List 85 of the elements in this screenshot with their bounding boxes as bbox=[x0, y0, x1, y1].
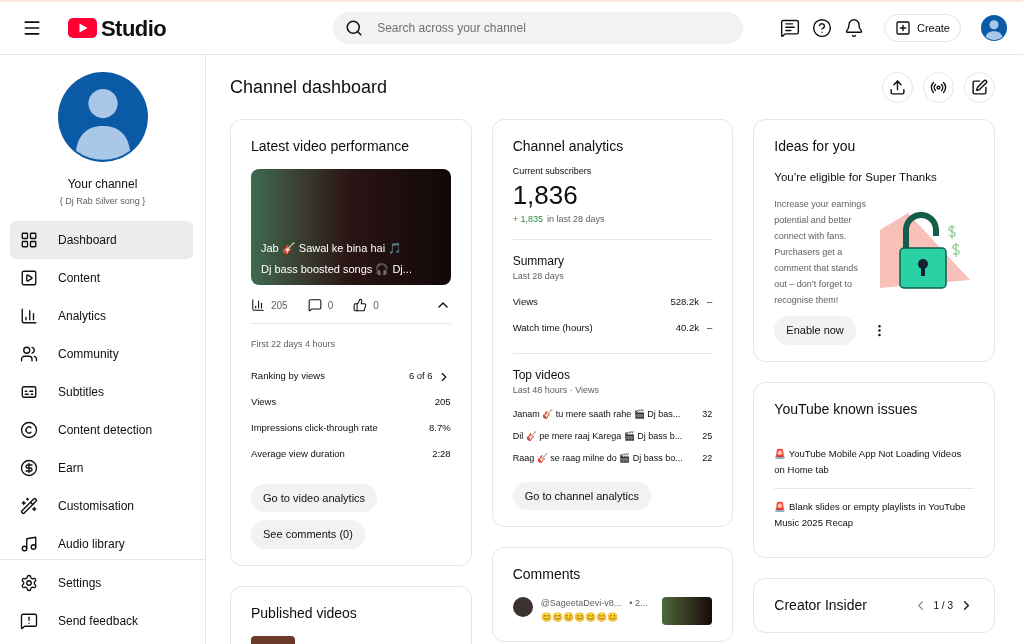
video-title[interactable]: Janam 🎸 tu mere saath rahe 🎬 Dj bas... bbox=[512, 407, 681, 422]
upload-icon bbox=[889, 78, 906, 96]
settings-icon bbox=[20, 574, 38, 592]
video-views: 25 bbox=[702, 429, 713, 443]
video-title[interactable]: Raag 🎸 se raag milne do 🎬 Dj bass bo... bbox=[512, 451, 683, 466]
card-title: Channel analytics bbox=[512, 137, 625, 156]
video-views: 22 bbox=[702, 451, 713, 465]
video-views: 32 bbox=[702, 407, 713, 421]
stat-value: 0 bbox=[327, 298, 334, 313]
sidebar-item[interactable]: Dashboard bbox=[10, 220, 193, 259]
section-period: Last 48 hours · Views bbox=[512, 384, 601, 397]
logo-text: Studio bbox=[101, 14, 167, 43]
sidebar-item[interactable]: Settings bbox=[10, 564, 193, 602]
metric-value: 6 of 6 bbox=[408, 369, 433, 384]
feedback-icon bbox=[20, 612, 38, 630]
subscriber-change: + 1,835 bbox=[512, 213, 543, 226]
idea-description: Increase your earnings potential and better connect with fans. Purchasers get a comment that stands out – don’t forget to recognise them! bbox=[774, 198, 867, 308]
pager-text: 1 / 3 bbox=[933, 598, 953, 613]
issue-link[interactable]: 🚨 YouTube Mobile App Not Loading Videos on Home tab bbox=[774, 435, 974, 488]
card-title: Ideas for you bbox=[774, 137, 857, 156]
thumbs-up-icon bbox=[353, 298, 368, 312]
stat-value: 0 bbox=[373, 298, 379, 313]
avatar-icon bbox=[512, 597, 533, 617]
bar-chart-icon bbox=[20, 306, 38, 325]
avatar-icon bbox=[981, 15, 1007, 41]
metric-value: 205 bbox=[434, 395, 451, 410]
section-period: Last 28 days bbox=[512, 269, 565, 283]
change-period: in last 28 days bbox=[546, 213, 605, 226]
section-title: Top videos bbox=[512, 367, 572, 384]
video-thumbnail bbox=[662, 597, 713, 625]
edit-icon bbox=[971, 78, 988, 96]
comment-icon bbox=[307, 298, 322, 312]
metric-value: 528.2k bbox=[670, 294, 700, 309]
thumbnail-title: Jab 🎸 Sawal ke bina hai 🎵 bbox=[261, 241, 404, 257]
people-icon bbox=[20, 344, 38, 363]
metric-value: 40.2k bbox=[675, 320, 700, 335]
card-title: Latest video performance bbox=[251, 137, 410, 156]
menu-icon bbox=[22, 18, 42, 38]
help-icon[interactable] bbox=[811, 18, 832, 38]
comment-time: • 2... bbox=[629, 597, 648, 610]
metric-label: Average view duration bbox=[251, 447, 345, 462]
card-title: YouTube known issues bbox=[774, 399, 919, 419]
card-title: Published videos bbox=[251, 603, 358, 623]
stat-value: 205 bbox=[271, 298, 288, 313]
metric-label: Views bbox=[251, 395, 277, 410]
metric-value: 2:28 bbox=[432, 447, 451, 462]
subscriber-count: 1,836 bbox=[512, 178, 579, 211]
search-field[interactable]: Search across your channel bbox=[333, 12, 744, 44]
channel-name: { Dj Rab Silver song } bbox=[59, 195, 146, 208]
metric-label: Views bbox=[512, 294, 538, 309]
search-icon bbox=[345, 19, 364, 37]
thumbnail-title: Dj bass boosted songs 🎧 Dj... bbox=[261, 261, 413, 277]
metric-value: 8.7% bbox=[429, 421, 451, 436]
pill-button[interactable]: Go to channel analytics bbox=[512, 481, 651, 510]
pill-button[interactable]: Enable now bbox=[774, 316, 856, 345]
trend-indicator: – bbox=[707, 294, 713, 309]
sidebar-item[interactable]: Send feedback bbox=[10, 602, 193, 640]
music-note-icon bbox=[20, 534, 38, 553]
issue-link[interactable]: 🚨 Blank slides or empty playlists in YouTube Music 2025 Recap bbox=[774, 487, 974, 541]
bar-chart-icon bbox=[251, 298, 265, 312]
comment-text: 😊😊😊😊😊😊😊 bbox=[540, 610, 619, 624]
card-title: Creator Insider bbox=[774, 595, 867, 615]
metric-label: Impressions click-through rate bbox=[251, 421, 378, 436]
subscribers-label: Current subscribers bbox=[512, 165, 593, 178]
metric-label: Ranking by views bbox=[251, 369, 325, 384]
play-logo-icon bbox=[68, 18, 97, 38]
grid-icon bbox=[20, 230, 38, 249]
copyright-icon bbox=[20, 420, 38, 439]
idea-heading: You’re eligible for Super Thanks bbox=[774, 170, 938, 185]
dollar-icon bbox=[20, 458, 38, 477]
section-title: Summary bbox=[512, 252, 565, 270]
pill-button[interactable]: See comments (0) bbox=[251, 520, 365, 549]
comment-author: @SageetaDevi-v8... bbox=[540, 597, 622, 610]
trend-indicator: – bbox=[707, 320, 713, 335]
period-text: First 22 days 4 hours bbox=[251, 338, 337, 351]
chat-icon[interactable] bbox=[779, 18, 800, 38]
card-title: Comments bbox=[512, 565, 582, 584]
pill-button[interactable]: Go to video analytics bbox=[251, 483, 378, 512]
channel-title: Your channel bbox=[67, 176, 138, 193]
video-title[interactable]: Dil 🎸 pe mere raaj Karega 🎬 Dj bass b... bbox=[512, 429, 683, 444]
page-title: Channel dashboard bbox=[230, 75, 388, 99]
play-square-icon bbox=[20, 268, 38, 287]
metric-label: Watch time (hours) bbox=[512, 320, 593, 335]
magic-wand-icon bbox=[20, 496, 38, 515]
notifications-icon[interactable] bbox=[843, 18, 864, 38]
